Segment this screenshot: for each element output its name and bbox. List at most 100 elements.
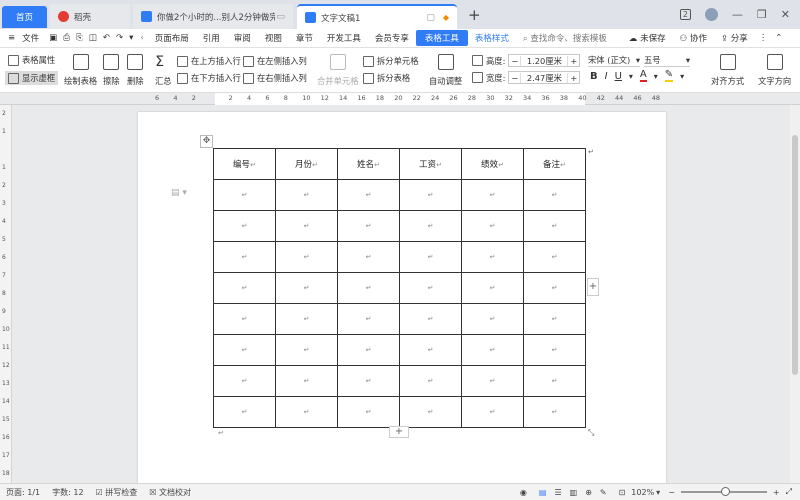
proofread-button[interactable]: ☒ 文档校对 [149,487,191,498]
table-cell[interactable]: ↵ [461,303,524,335]
zoom-slider-knob[interactable] [720,487,730,496]
table-cell[interactable]: ↵ [523,396,586,428]
vertical-scrollbar[interactable] [790,105,800,483]
word-count[interactable]: 字数: 12 [52,487,83,498]
row-height-input[interactable]: − 1.20厘米 + [508,54,581,67]
zoom-value[interactable]: 102% [631,488,654,497]
add-column-button[interactable]: + [587,278,599,296]
auto-fit-button[interactable]: 自动调整 [429,54,462,87]
row-height-decrease[interactable]: − [509,55,522,66]
insert-col-right-button[interactable]: 在右侧插入列 [243,72,307,84]
col-width-decrease[interactable]: − [509,72,522,83]
resize-table-icon[interactable]: ⤡ [588,428,594,438]
menu-review[interactable]: 审阅 [227,32,258,44]
chevron-down-icon[interactable]: ▾ [656,488,660,497]
menu-chapter[interactable]: 章节 [289,32,320,44]
tab-daoke[interactable]: 稻壳 [50,4,130,29]
table-cell[interactable]: ↵ [337,303,400,335]
chevron-down-icon[interactable]: ▾ [680,72,684,81]
comment-icon[interactable]: ▢ [426,13,435,23]
scroll-left-icon[interactable]: ‹ [136,33,147,43]
paragraph-handle-icon[interactable]: ▤ ▾ [171,188,187,198]
table-cell[interactable]: ↵ [461,210,524,242]
page-view-icon[interactable]: ▤ [539,488,547,497]
screen-icon[interactable]: ▭ [276,12,285,22]
table-cell[interactable]: ↵ [399,303,462,335]
tab-document-2[interactable]: 你做2个小时的...别人2分钟做完 ▭ [133,4,293,29]
bold-icon[interactable]: B [590,71,598,82]
save-icon[interactable]: ▣ [46,33,60,43]
collab-button[interactable]: ⚇ 协作 [673,32,714,44]
chevron-down-icon[interactable]: ▾ [629,72,633,81]
table-cell[interactable]: ↵ [399,241,462,273]
table-cell[interactable]: ↵ [337,334,400,366]
table-cell[interactable]: ↵ [337,272,400,304]
table-cell[interactable]: ↵ [523,334,586,366]
annotate-icon[interactable]: ✎ [600,488,607,497]
table-cell[interactable]: ↵ [213,272,276,304]
merge-cells-button[interactable]: 合并单元格 [317,54,359,87]
table-cell[interactable]: ↵ [399,334,462,366]
table-cell[interactable]: ↵ [275,365,338,397]
minimize-button[interactable]: — [732,8,743,21]
draw-table-button[interactable]: 绘制表格 [64,54,97,87]
table-cell[interactable]: ↵ [213,396,276,428]
close-button[interactable]: ✕ [781,8,790,21]
insert-row-above-button[interactable]: 在上方插入行 [177,55,241,67]
table-header-cell[interactable]: 绩效↵ [461,148,524,180]
table-cell[interactable]: ↵ [275,272,338,304]
share-button[interactable]: ⇪ 分享 [714,32,755,44]
table-cell[interactable]: ↵ [275,179,338,211]
table-cell[interactable]: ↵ [523,365,586,397]
table-cell[interactable]: ↵ [461,396,524,428]
table-cell[interactable]: ↵ [461,272,524,304]
chevron-down-icon[interactable]: ▾ [654,72,658,81]
eye-icon[interactable]: ◉ [520,488,527,497]
highlight-icon[interactable]: ✎ [664,70,674,82]
table-cell[interactable]: ↵ [523,210,586,242]
table-cell[interactable]: ↵ [399,272,462,304]
search-command[interactable]: ⌕ 查找命令、搜索模板 [516,32,614,44]
zoom-slider[interactable] [680,487,767,496]
font-color-icon[interactable]: A [639,70,647,82]
export-icon[interactable]: ⎙ [60,33,73,43]
outline-view-icon[interactable]: ☰ [554,488,561,497]
alignment-button[interactable]: 对齐方式 [711,54,744,87]
table-cell[interactable]: ↵ [213,210,276,242]
delete-button[interactable]: 删除 [127,54,144,87]
table-cell[interactable]: ↵ [337,396,400,428]
tab-document-1[interactable]: 文字文稿1 ▢ ◆ [297,4,457,29]
table-properties-button[interactable]: 表格属性 [8,54,55,66]
document-page[interactable]: ✥ ▤ ▾ 编号↵ 月份↵ 姓名↵ 工资↵ 绩效↵ 备注↵ ↵ ↵ ↵ ↵ ↵ ↵ ↵ ↵ ↵ ↵ ↵ ↵ ↵ ↵ ↵ ↵… [138,112,666,483]
zoom-out-button[interactable]: − [668,488,675,497]
avatar[interactable] [704,8,718,21]
table-header-cell[interactable]: 月份↵ [275,148,338,180]
col-width-input[interactable]: − 2.47厘米 + [508,71,581,84]
menu-table-style[interactable]: 表格样式 [468,32,516,44]
erase-button[interactable]: 擦除 [103,54,120,87]
table-cell[interactable]: ↵ [399,210,462,242]
table-header-cell[interactable]: 编号↵ [213,148,276,180]
table-cell[interactable]: ↵ [523,303,586,335]
table-cell[interactable]: ↵ [337,365,400,397]
badge-count[interactable]: 2 [679,9,691,20]
table-cell[interactable]: ↵ [213,241,276,273]
summary-button[interactable]: Σ 汇总 [155,54,172,87]
menu-references[interactable]: 引用 [196,32,227,44]
preview-icon[interactable]: ◫ [86,33,100,43]
menu-developer[interactable]: 开发工具 [320,32,368,44]
underline-icon[interactable]: U [615,71,622,82]
read-view-icon[interactable]: ▥ [570,488,578,497]
tab-home[interactable]: 首页 [2,6,47,28]
table-cell[interactable]: ↵ [275,396,338,428]
table-cell[interactable]: ↵ [399,179,462,211]
table-cell[interactable]: ↵ [275,334,338,366]
scrollbar-thumb[interactable] [792,135,798,375]
table-cell[interactable]: ↵ [523,241,586,273]
table-cell[interactable]: ↵ [213,334,276,366]
table-cell[interactable]: ↵ [461,365,524,397]
table-cell[interactable]: ↵ [523,179,586,211]
table-cell[interactable]: ↵ [213,179,276,211]
restore-button[interactable]: ❐ [757,8,767,21]
table-cell[interactable]: ↵ [275,210,338,242]
